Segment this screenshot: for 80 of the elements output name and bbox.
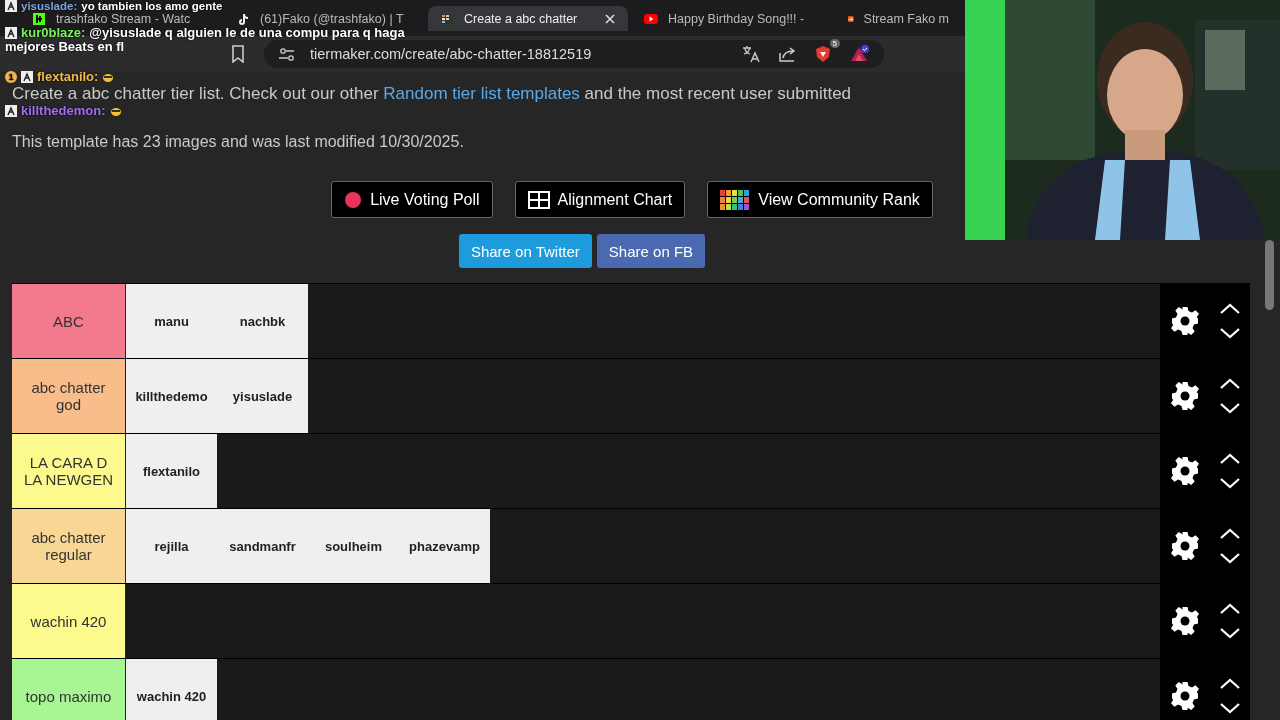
browser-tab[interactable]: trashfako Stream - Watc: [20, 12, 220, 26]
address-bar[interactable]: tiermaker.com/create/abc-chatter-18812519 5: [264, 40, 884, 68]
settings-icon[interactable]: [1169, 456, 1200, 486]
tier-item[interactable]: wachin 420: [126, 659, 217, 720]
tune-icon[interactable]: [278, 46, 296, 62]
play-logo-icon: [644, 12, 658, 26]
url-text: tiermaker.com/create/abc-chatter-18812519: [310, 46, 592, 62]
chat-username[interactable]: yisuslade:: [21, 0, 78, 12]
scrollbar-thumb[interactable]: [1265, 240, 1274, 310]
note-logo-icon: [236, 12, 250, 26]
template-info: This template has 23 images and was last modified 10/30/2025.: [12, 133, 465, 151]
share-icon[interactable]: [778, 45, 796, 63]
tier-item[interactable]: rejilla: [126, 509, 217, 583]
browser-tab[interactable]: Create a abc chatter: [428, 6, 628, 31]
tier-item[interactable]: manu: [126, 284, 217, 358]
chevron-up-icon[interactable]: [1218, 528, 1241, 540]
tab-title: trashfako Stream - Watc: [56, 12, 191, 26]
chevron-down-icon[interactable]: [1218, 552, 1241, 564]
tier-label: LA CARA D LA NEWGEN: [12, 434, 126, 508]
tab-title: Happy Birthday Song!!! -: [668, 12, 805, 26]
browser-tab[interactable]: Stream Fako m: [836, 12, 961, 26]
tier-item[interactable]: killthedemo: [126, 359, 217, 433]
tier-label: wachin 420: [12, 584, 126, 658]
bookmark-icon[interactable]: [230, 45, 246, 63]
chevron-down-icon[interactable]: [1218, 477, 1241, 489]
colored-grid-icon: [720, 189, 751, 210]
templates-link[interactable]: Random tier list templates: [383, 84, 580, 103]
tab-title: Create a abc chatter: [464, 11, 578, 26]
tier-item[interactable]: sandmanfr: [217, 509, 308, 583]
sub-badge: 1: [5, 71, 17, 83]
chevron-down-icon[interactable]: [1218, 327, 1241, 339]
share-button[interactable]: Share on FB: [596, 234, 706, 268]
grid-logo-icon: [440, 11, 454, 26]
chat-message: yo tambien los amo gente: [81, 0, 223, 12]
chevron-up-icon[interactable]: [1218, 378, 1241, 390]
translate-icon[interactable]: [742, 45, 760, 63]
chevron-up-icon[interactable]: [1218, 303, 1241, 315]
chevron-down-icon[interactable]: [1218, 627, 1241, 639]
emote-icon: [109, 105, 122, 117]
settings-icon[interactable]: [1169, 531, 1200, 561]
kick-logo-icon: [32, 12, 46, 26]
dot-icon: [344, 190, 363, 209]
close-icon[interactable]: [604, 12, 616, 25]
tier-label: topo maximo: [12, 659, 126, 720]
settings-icon[interactable]: [1169, 606, 1200, 636]
settings-icon[interactable]: [1169, 681, 1200, 711]
chat-message: @yisuslade q alguien le de una compu para q haga: [89, 26, 405, 40]
chevron-down-icon[interactable]: [1218, 402, 1241, 414]
count-badge: 5: [829, 39, 840, 48]
settings-icon[interactable]: [1169, 306, 1200, 336]
chat-message: mejores Beats en fl: [5, 40, 125, 54]
browser-tab[interactable]: (61)Fako (@trashfako) | T: [224, 12, 424, 26]
tab-title: Stream Fako m: [863, 12, 949, 26]
tier-label: abc chatter god: [12, 359, 126, 433]
badge-icon: [5, 105, 17, 117]
chevron-up-icon[interactable]: [1218, 453, 1241, 465]
tier-item[interactable]: soulheim: [308, 509, 399, 583]
action-button[interactable]: View Community Rank: [707, 181, 933, 218]
chat-username[interactable]: flextanilo:: [37, 70, 99, 84]
tier-label: ABC: [12, 284, 126, 358]
chat-username[interactable]: kur0blaze:: [21, 26, 86, 40]
tier-item[interactable]: flextanilo: [126, 434, 217, 508]
grid-icon: [527, 190, 550, 209]
tier-label: abc chatter regular: [12, 509, 126, 583]
tier-item[interactable]: nachbk: [217, 284, 308, 358]
action-button[interactable]: Live Voting Poll: [331, 181, 493, 218]
triangle-extension-icon[interactable]: [850, 45, 870, 63]
browser-tab[interactable]: Happy Birthday Song!!! -: [632, 12, 832, 26]
shield-icon[interactable]: [814, 45, 832, 63]
chat-username[interactable]: killthedemon:: [21, 104, 106, 118]
settings-icon[interactable]: [1169, 381, 1200, 411]
chevron-down-icon[interactable]: [1218, 702, 1241, 714]
tier-item[interactable]: yisuslade: [217, 359, 308, 433]
tab-title: (61)Fako (@trashfako) | T: [260, 12, 404, 26]
tier-item[interactable]: phazevamp: [399, 509, 490, 583]
emote-icon: [102, 71, 115, 83]
chevron-up-icon[interactable]: [1218, 678, 1241, 690]
chevron-up-icon[interactable]: [1218, 603, 1241, 615]
intro-text: Create a abc chatter tier list. Check out our other Random tier list templates and the most recent user submitted: [12, 85, 853, 103]
action-button[interactable]: Alignment Chart: [514, 181, 686, 218]
